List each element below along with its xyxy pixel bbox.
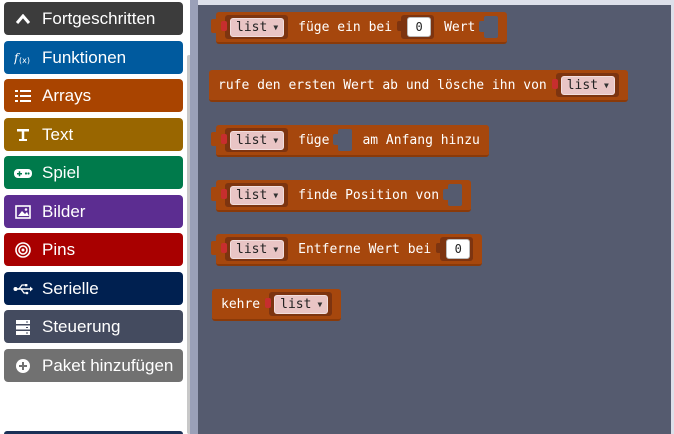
gamepad-icon — [8, 167, 38, 179]
block-text: finde Position von — [298, 187, 440, 203]
chevron-up-icon — [8, 13, 38, 24]
category-label: Pins — [42, 239, 76, 259]
dropdown-caret-icon: ▼ — [273, 22, 279, 32]
blocks-flyout — [198, 0, 674, 434]
variable-dropdown[interactable]: list ▼ — [230, 130, 285, 150]
empty-input-slot[interactable] — [333, 129, 353, 151]
variable-dropdown[interactable]: list ▼ — [274, 294, 329, 314]
workspace-edge — [190, 0, 198, 434]
category-label: Spiel — [42, 162, 80, 182]
dropdown-caret-icon: ▼ — [273, 190, 279, 200]
category-label: Fortgeschritten — [42, 8, 156, 28]
block-text: am Anfang hinzu — [362, 132, 480, 148]
flyout-top-border — [198, 0, 674, 5]
number-input[interactable]: 0 — [407, 17, 432, 37]
list-icon — [8, 89, 38, 103]
variable-dropdown[interactable]: list ▼ — [560, 75, 615, 95]
block-text: füge ein bei — [298, 19, 393, 35]
block-insert-front[interactable]: list ▼ füge am Anfang hinzu — [211, 125, 489, 157]
variable-slot[interactable]: list ▼ — [265, 292, 333, 316]
block-text: Wert — [444, 19, 476, 35]
category-label: Serielle — [42, 278, 99, 298]
dropdown-caret-icon: ▼ — [317, 299, 323, 309]
number-slot[interactable]: 0 — [397, 15, 435, 39]
pin-icon — [8, 241, 38, 258]
block-text: füge — [298, 132, 330, 148]
variable-slot[interactable]: list ▼ — [220, 15, 289, 39]
category-label: Arrays — [42, 85, 92, 105]
category-label: Paket hinzufügen — [42, 355, 174, 375]
category-label: Steuerung — [42, 316, 121, 336]
toolbox: Fortgeschritten f (x) Funktionen Arrays T… — [0, 0, 190, 434]
category-paket-hinzufuegen[interactable]: Paket hinzufügen — [4, 349, 183, 382]
category-serielle[interactable]: Serielle — [4, 272, 183, 305]
image-icon — [8, 204, 38, 219]
variable-dropdown[interactable]: list ▼ — [230, 239, 285, 259]
category-arrays[interactable]: Arrays — [4, 79, 183, 112]
category-pins[interactable]: Pins — [4, 233, 183, 266]
variable-dropdown[interactable]: list ▼ — [230, 185, 285, 205]
category-fortgeschritten[interactable]: Fortgeschritten — [4, 2, 183, 35]
block-insert-at[interactable]: list ▼ füge ein bei 0 Wert — [211, 12, 508, 44]
category-funktionen[interactable]: f (x) Funktionen — [4, 41, 183, 74]
category-bilder[interactable]: Bilder — [4, 195, 183, 228]
category-label: Bilder — [42, 201, 86, 221]
empty-input-slot[interactable] — [479, 16, 499, 38]
block-remove-first[interactable]: rufe den ersten Wert ab und lösche ihn v… — [209, 70, 628, 102]
block-text: kehre — [221, 296, 261, 312]
number-input[interactable]: 0 — [446, 239, 471, 259]
category-spiel[interactable]: Spiel — [4, 156, 183, 189]
block-remove-at[interactable]: list ▼ Entferne Wert bei 0 — [211, 234, 483, 266]
category-label: Text — [42, 124, 74, 144]
variable-slot[interactable]: list ▼ — [551, 73, 619, 97]
control-icon — [8, 319, 38, 335]
empty-input-slot[interactable] — [443, 184, 463, 206]
variable-dropdown[interactable]: list ▼ — [230, 17, 285, 37]
dropdown-caret-icon: ▼ — [273, 135, 279, 145]
plus-circle-icon — [8, 358, 38, 374]
block-return[interactable]: kehre list ▼ — [212, 289, 342, 321]
usb-icon — [8, 283, 38, 295]
number-slot[interactable]: 0 — [436, 237, 474, 261]
variable-slot[interactable]: list ▼ — [220, 237, 289, 261]
variable-slot[interactable]: list ▼ — [220, 183, 289, 207]
variable-slot[interactable]: list ▼ — [220, 128, 289, 152]
function-icon: f (x) — [8, 51, 38, 65]
svg-text:(x): (x) — [19, 56, 30, 65]
text-icon — [8, 128, 38, 142]
dropdown-caret-icon: ▼ — [604, 80, 609, 90]
dropdown-caret-icon: ▼ — [273, 244, 279, 254]
block-text: rufe den ersten Wert ab und lösche ihn v… — [218, 77, 547, 93]
category-label: Funktionen — [42, 47, 127, 67]
block-find-index[interactable]: list ▼ finde Position von — [211, 180, 472, 212]
category-steuerung[interactable]: Steuerung — [4, 310, 183, 343]
category-text[interactable]: Text — [4, 118, 183, 151]
block-text: Entferne Wert bei — [298, 241, 432, 257]
